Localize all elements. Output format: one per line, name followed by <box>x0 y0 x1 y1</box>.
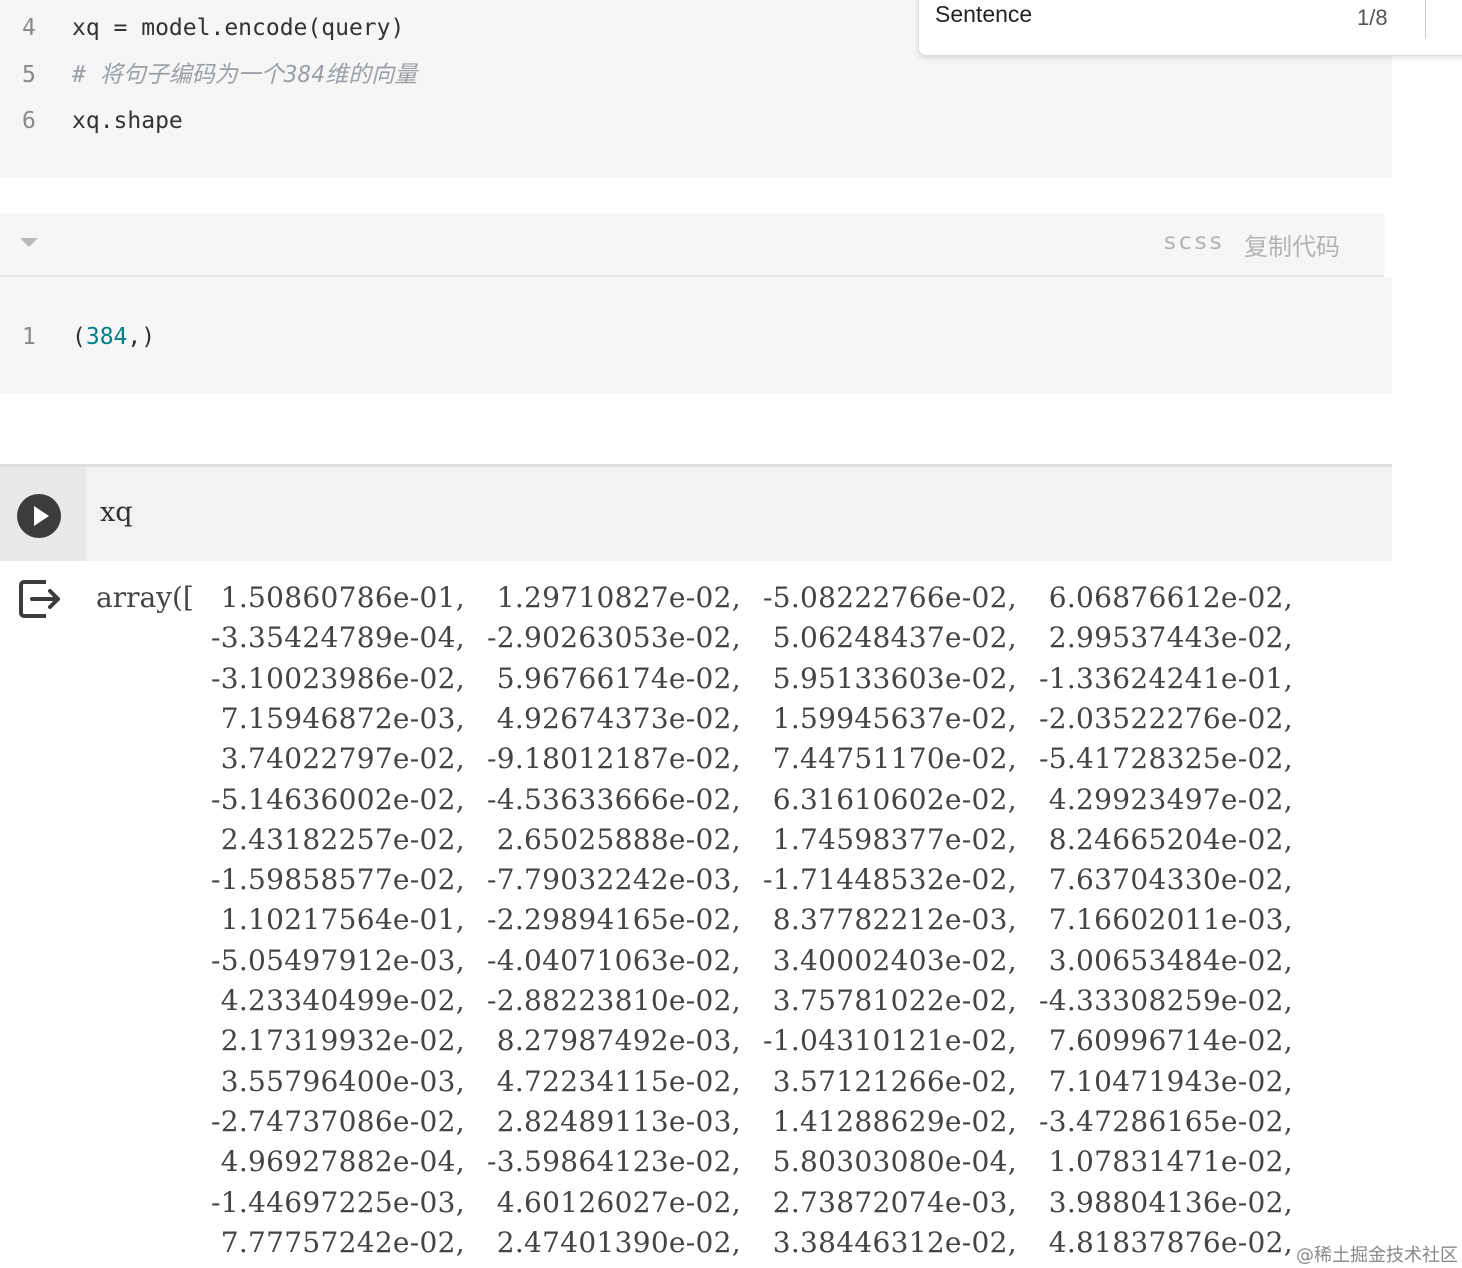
run-cell-button[interactable] <box>17 494 61 538</box>
line-number: 1 <box>22 324 36 350</box>
find-input[interactable]: Sentence <box>935 1 1032 28</box>
array-value: 3.57121266e-02, <box>763 1064 1017 1098</box>
array-value: 2.99537443e-02, <box>1039 621 1293 655</box>
array-value: 1.50860786e-01, <box>211 581 465 614</box>
code-text: xq = model.encode(query) <box>72 15 405 41</box>
array-value: 4.96927882e-04, <box>211 1145 465 1179</box>
array-value: -2.90263053e-02, <box>486 621 741 655</box>
array-value: 7.63704330e-02, <box>1039 863 1293 897</box>
shape-value: (384,) <box>72 324 156 350</box>
array-value: -3.47286165e-02, <box>1038 1104 1293 1138</box>
array-value: -3.10023986e-02, <box>210 661 465 695</box>
find-widget: Sentence 1/8 <box>918 0 1462 56</box>
array-value: 4.23340499e-02, <box>211 984 465 1017</box>
array-value: -5.41728325e-02, <box>1038 742 1293 776</box>
array-value: -2.03522276e-02, <box>1038 701 1293 735</box>
array-value: 3.98804136e-02, <box>1039 1185 1293 1219</box>
array-value: 7.10471943e-02, <box>1039 1064 1293 1098</box>
array-value: -9.18012187e-02, <box>486 742 741 776</box>
array-value: -1.04310121e-02, <box>762 1024 1017 1058</box>
array-value: 5.96766174e-02, <box>487 661 741 695</box>
array-value: 2.65025888e-02, <box>487 822 741 856</box>
array-value: -1.71448532e-02, <box>762 863 1017 897</box>
array-value: 1.41288629e-02, <box>763 1104 1017 1138</box>
array-value: -7.79032242e-03, <box>486 863 741 897</box>
code-block-header: scss 复制代码 <box>0 213 1384 277</box>
array-value: -4.04071063e-02, <box>486 943 741 977</box>
array-value: 2.47401390e-02, <box>487 1225 741 1259</box>
code-comment: # 将句子编码为一个384维的向量 <box>72 62 418 88</box>
copy-code-button[interactable]: 复制代码 <box>1244 227 1340 262</box>
array-value: 7.77757242e-02, <box>211 1225 465 1259</box>
notebook-cell: xq <box>0 464 1392 561</box>
array-value: 3.00653484e-02, <box>1039 943 1293 977</box>
find-match-count: 1/8 <box>1357 5 1388 30</box>
array-value: 7.60996714e-02, <box>1039 1024 1293 1058</box>
array-value: 3.40002403e-02, <box>763 943 1017 977</box>
array-prefix: array([ <box>96 581 194 614</box>
array-value: -1.33624241e-01, <box>1038 661 1293 695</box>
array-value: 2.43182257e-02, <box>211 822 465 856</box>
array-value: 1.10217564e-01, <box>211 903 465 937</box>
array-value: 8.24665204e-02, <box>1039 822 1293 856</box>
code-text: (384,) <box>72 317 155 357</box>
array-value: 3.55796400e-03, <box>211 1064 465 1098</box>
line-number: 6 <box>22 108 36 134</box>
line-number: 4 <box>22 15 36 41</box>
array-value: -5.08222766e-02, <box>762 581 1017 614</box>
array-value: 8.37782212e-03, <box>763 903 1017 937</box>
find-divider <box>1425 0 1426 39</box>
array-value: 1.59945637e-02, <box>763 701 1017 735</box>
array-value: 3.38446312e-02, <box>763 1225 1017 1259</box>
array-value: 4.81837876e-02, <box>1039 1225 1293 1259</box>
array-value: -4.33308259e-02, <box>1038 984 1293 1017</box>
array-value: 1.07831471e-02, <box>1039 1145 1293 1179</box>
array-value: 2.17319932e-02, <box>211 1024 465 1058</box>
code-text: xq.shape <box>72 108 183 134</box>
code-block-body: 1 (384,) <box>0 277 1392 394</box>
chevron-down-icon[interactable] <box>20 238 38 247</box>
array-value: 4.60126027e-02, <box>487 1185 741 1219</box>
array-output: array([ 1.50860786e-01, 1.29710827e-02, -… <box>96 578 1293 1259</box>
array-value: 1.74598377e-02, <box>763 822 1017 856</box>
array-value: 7.44751170e-02, <box>763 742 1017 776</box>
array-value: -1.59858577e-02, <box>210 863 465 897</box>
array-value: 7.15946872e-03, <box>211 701 465 735</box>
array-value: 7.16602011e-03, <box>1039 903 1293 937</box>
array-value: -5.05497912e-03, <box>210 943 465 977</box>
array-value: -2.88223810e-02, <box>486 984 741 1017</box>
array-value: 5.80303080e-04, <box>763 1145 1017 1179</box>
array-value: 6.06876612e-02, <box>1039 581 1293 614</box>
cell-code[interactable]: xq <box>100 497 133 528</box>
watermark: @稀土掘金技术社区 <box>1296 1245 1458 1266</box>
array-value: 8.27987492e-03, <box>487 1024 741 1058</box>
array-value: 4.72234115e-02, <box>487 1064 741 1098</box>
array-value: -4.53633666e-02, <box>486 782 741 816</box>
array-value: 5.95133603e-02, <box>763 661 1017 695</box>
array-value: -2.74737086e-02, <box>210 1104 465 1138</box>
array-value: 5.06248437e-02, <box>763 621 1017 655</box>
array-value: 3.75781022e-02, <box>763 984 1017 1017</box>
array-value: 2.73872074e-03, <box>763 1185 1017 1219</box>
array-value: -3.35424789e-04, <box>210 621 465 655</box>
output-icon[interactable] <box>16 576 62 622</box>
array-value: 4.29923497e-02, <box>1039 782 1293 816</box>
cell-gutter <box>0 467 86 561</box>
array-value: -2.29894165e-02, <box>486 903 741 937</box>
array-value: -3.59864123e-02, <box>486 1145 741 1179</box>
array-value: -1.44697225e-03, <box>210 1185 465 1219</box>
line-number: 5 <box>22 62 36 88</box>
language-label: scss <box>1164 229 1225 255</box>
array-value: 6.31610602e-02, <box>763 782 1017 816</box>
array-value: 3.74022797e-02, <box>211 742 465 776</box>
array-value: 2.82489113e-03, <box>487 1104 741 1138</box>
array-value: -5.14636002e-02, <box>210 782 465 816</box>
array-value: 4.92674373e-02, <box>487 701 741 735</box>
array-value: 1.29710827e-02, <box>487 581 741 614</box>
